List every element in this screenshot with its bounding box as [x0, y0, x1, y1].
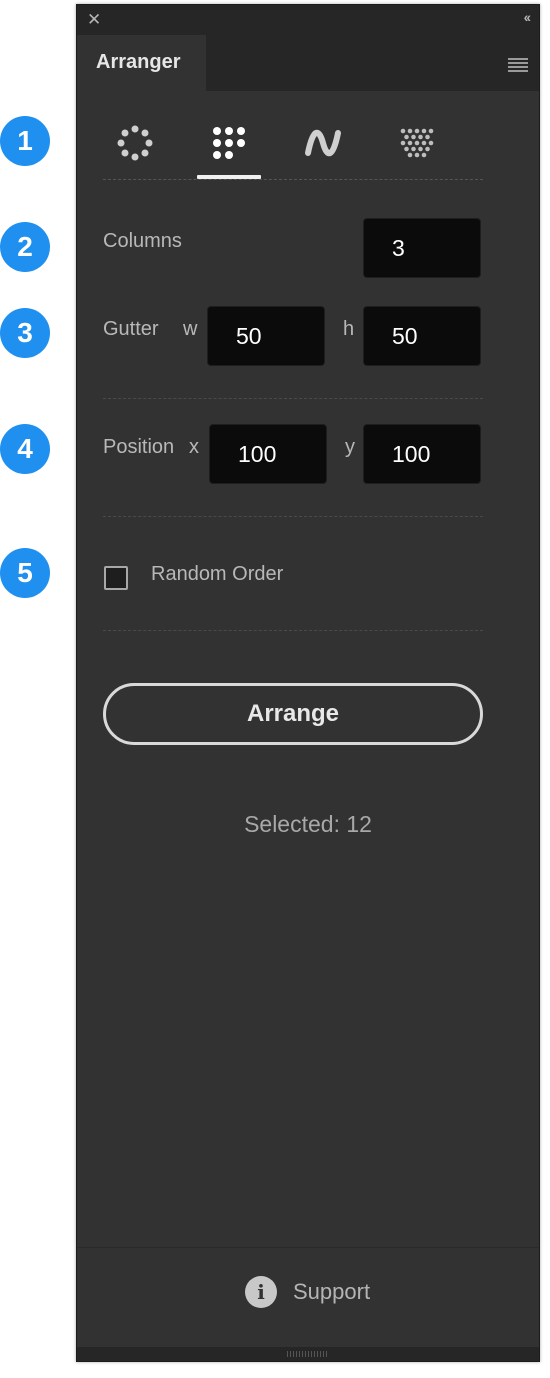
position-x-label: x	[189, 436, 199, 458]
circle-arrangement-icon	[117, 125, 153, 161]
position-label: Position	[103, 436, 175, 458]
random-order-checkbox[interactable]	[104, 566, 128, 590]
mode-tab-pattern[interactable]	[385, 117, 449, 177]
section-divider	[103, 516, 483, 517]
gutter-height-input[interactable]: 50	[363, 306, 481, 366]
gutter-width-input[interactable]: 50	[207, 306, 325, 366]
gutter-h-label: h	[343, 318, 355, 340]
callout-badge-1: 1	[0, 116, 50, 166]
section-divider	[103, 630, 483, 631]
support-label: Support	[293, 1279, 371, 1304]
random-order-label[interactable]: Random Order	[151, 563, 283, 586]
diamond-pattern-icon	[400, 128, 434, 158]
selected-count: Selected: 12	[244, 811, 372, 837]
position-y-label: y	[345, 436, 355, 458]
grid-arrangement-icon	[213, 127, 245, 159]
callout-badge-3: 3	[0, 308, 50, 358]
info-icon: i	[245, 1276, 277, 1308]
mode-tabs-divider	[103, 179, 483, 180]
gutter-label: Gutter	[103, 318, 159, 340]
columns-label: Columns	[103, 230, 182, 252]
callout-badge-2: 2	[0, 222, 50, 272]
tab-arranger[interactable]: Arranger	[77, 35, 206, 91]
close-icon[interactable]: ✕	[87, 10, 101, 30]
resize-grip-icon[interactable]	[287, 1351, 327, 1357]
callout-badge-4: 4	[0, 424, 50, 474]
wave-arrangement-icon	[305, 129, 341, 157]
footer-divider	[77, 1247, 539, 1248]
collapse-icon[interactable]: ‹‹	[524, 9, 531, 25]
support-link[interactable]: i Support	[245, 1274, 370, 1310]
mode-tab-wave[interactable]	[291, 117, 355, 177]
gutter-w-label: w	[183, 318, 198, 340]
columns-input[interactable]: 3	[363, 218, 481, 278]
panel-tab-bar: Arranger	[77, 35, 539, 91]
panel-menu-icon[interactable]	[508, 58, 528, 72]
section-divider	[103, 398, 483, 399]
mode-tab-grid[interactable]	[197, 117, 261, 179]
panel-titlebar: ✕ ‹‹	[77, 5, 539, 35]
panel-title: Arranger	[96, 51, 181, 73]
arrange-button[interactable]: Arrange	[103, 683, 483, 745]
resize-bar[interactable]	[77, 1347, 539, 1361]
mode-tab-circle[interactable]	[103, 117, 167, 177]
position-x-input[interactable]: 100	[209, 424, 327, 484]
position-y-input[interactable]: 100	[363, 424, 481, 484]
arranger-panel: ✕ ‹‹ Arranger Columns 3 Gutter w 50 h 50…	[76, 4, 540, 1362]
callout-badge-5: 5	[0, 548, 50, 598]
mode-tabs	[103, 117, 483, 179]
